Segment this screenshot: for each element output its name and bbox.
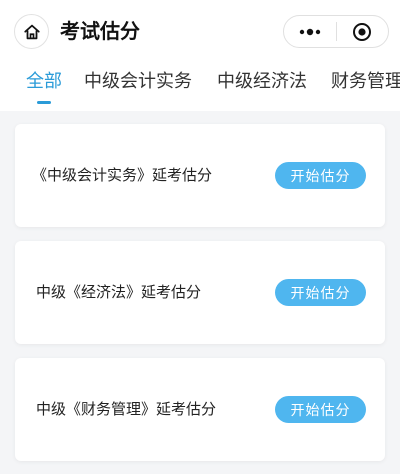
tab-economic-law[interactable]: 中级经济法 — [217, 69, 307, 95]
capsule-close-icon — [353, 22, 372, 41]
exam-card: 中级《经济法》延考估分 开始估分 — [15, 241, 385, 344]
top-bar: 考试估分 全部 中级会计实务 中级经济法 财务管理 — [0, 0, 400, 111]
card-title: 《中级会计实务》延考估分 — [32, 166, 213, 184]
tab-all[interactable]: 全部 — [26, 69, 62, 95]
page-title: 考试估分 — [60, 19, 140, 43]
start-estimate-button[interactable]: 开始估分 — [275, 396, 366, 423]
close-mini-program-button[interactable] — [336, 16, 388, 47]
mini-program-capsule — [283, 15, 389, 48]
tab-intermediate-accounting[interactable]: 中级会计实务 — [84, 69, 192, 95]
card-title: 中级《经济法》延考估分 — [36, 283, 202, 301]
home-button[interactable] — [14, 14, 49, 49]
start-estimate-button[interactable]: 开始估分 — [275, 162, 366, 189]
more-dots-icon — [299, 28, 320, 35]
more-menu-button[interactable] — [284, 16, 336, 47]
home-icon — [23, 24, 40, 39]
tab-financial-management[interactable]: 财务管理 — [331, 69, 400, 95]
category-tabs: 全部 中级会计实务 中级经济法 财务管理 — [0, 60, 400, 111]
card-title: 中级《财务管理》延考估分 — [36, 400, 217, 418]
active-tab-indicator — [37, 101, 51, 104]
exam-card: 中级《财务管理》延考估分 开始估分 — [15, 358, 385, 461]
start-estimate-button[interactable]: 开始估分 — [275, 279, 366, 306]
exam-card: 《中级会计实务》延考估分 开始估分 — [15, 124, 385, 227]
